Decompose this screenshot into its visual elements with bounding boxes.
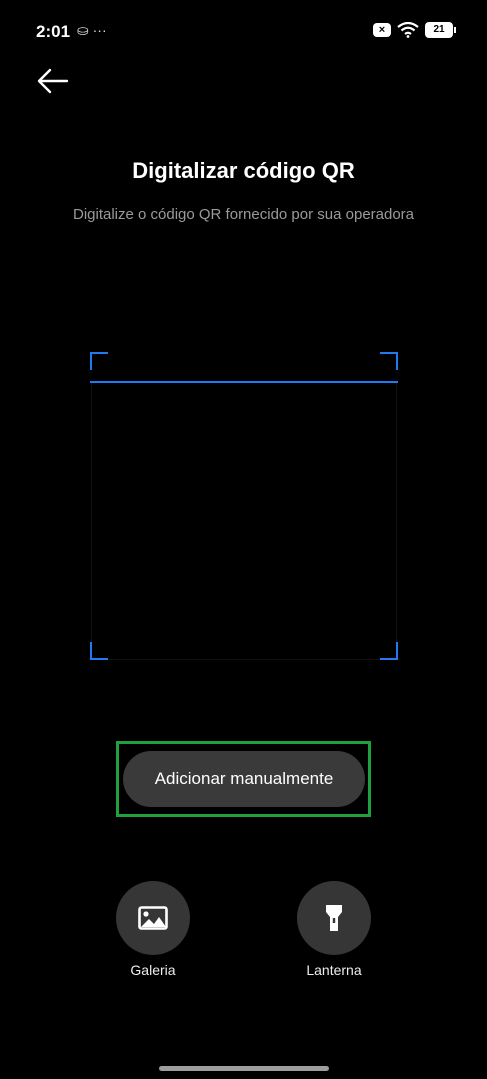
notification-icons: ⛀ ··· bbox=[77, 22, 107, 38]
gallery-label: Galeria bbox=[130, 962, 176, 978]
camera-viewfinder bbox=[91, 382, 397, 660]
qr-scan-frame bbox=[90, 352, 398, 660]
home-indicator[interactable] bbox=[159, 1066, 329, 1071]
frame-corner-bottom-left bbox=[90, 642, 108, 660]
status-bar: 2:01 ⛀ ··· × 21 bbox=[0, 0, 487, 64]
page-title: Digitalizar código QR bbox=[132, 158, 355, 183]
gallery-button[interactable] bbox=[116, 881, 190, 955]
add-manually-button[interactable]: Adicionar manualmente bbox=[123, 751, 365, 807]
battery-icon: 21 bbox=[425, 22, 456, 38]
flashlight-icon bbox=[326, 905, 342, 931]
no-sim-icon: × bbox=[373, 23, 391, 37]
wifi-icon bbox=[397, 22, 419, 38]
scan-line bbox=[90, 381, 398, 383]
frame-corner-top-left bbox=[90, 352, 108, 370]
frame-corner-top-right bbox=[380, 352, 398, 370]
back-button[interactable] bbox=[34, 66, 78, 100]
image-icon bbox=[138, 906, 168, 930]
flashlight-label: Lanterna bbox=[306, 962, 362, 978]
arrow-left-icon bbox=[37, 68, 69, 94]
page-subtitle: Digitalize o código QR fornecido por sua… bbox=[72, 206, 415, 223]
frame-corner-bottom-right bbox=[380, 642, 398, 660]
status-right-icons: × 21 bbox=[373, 22, 456, 38]
status-time: 2:01 bbox=[36, 22, 71, 41]
flashlight-button[interactable] bbox=[297, 881, 371, 955]
